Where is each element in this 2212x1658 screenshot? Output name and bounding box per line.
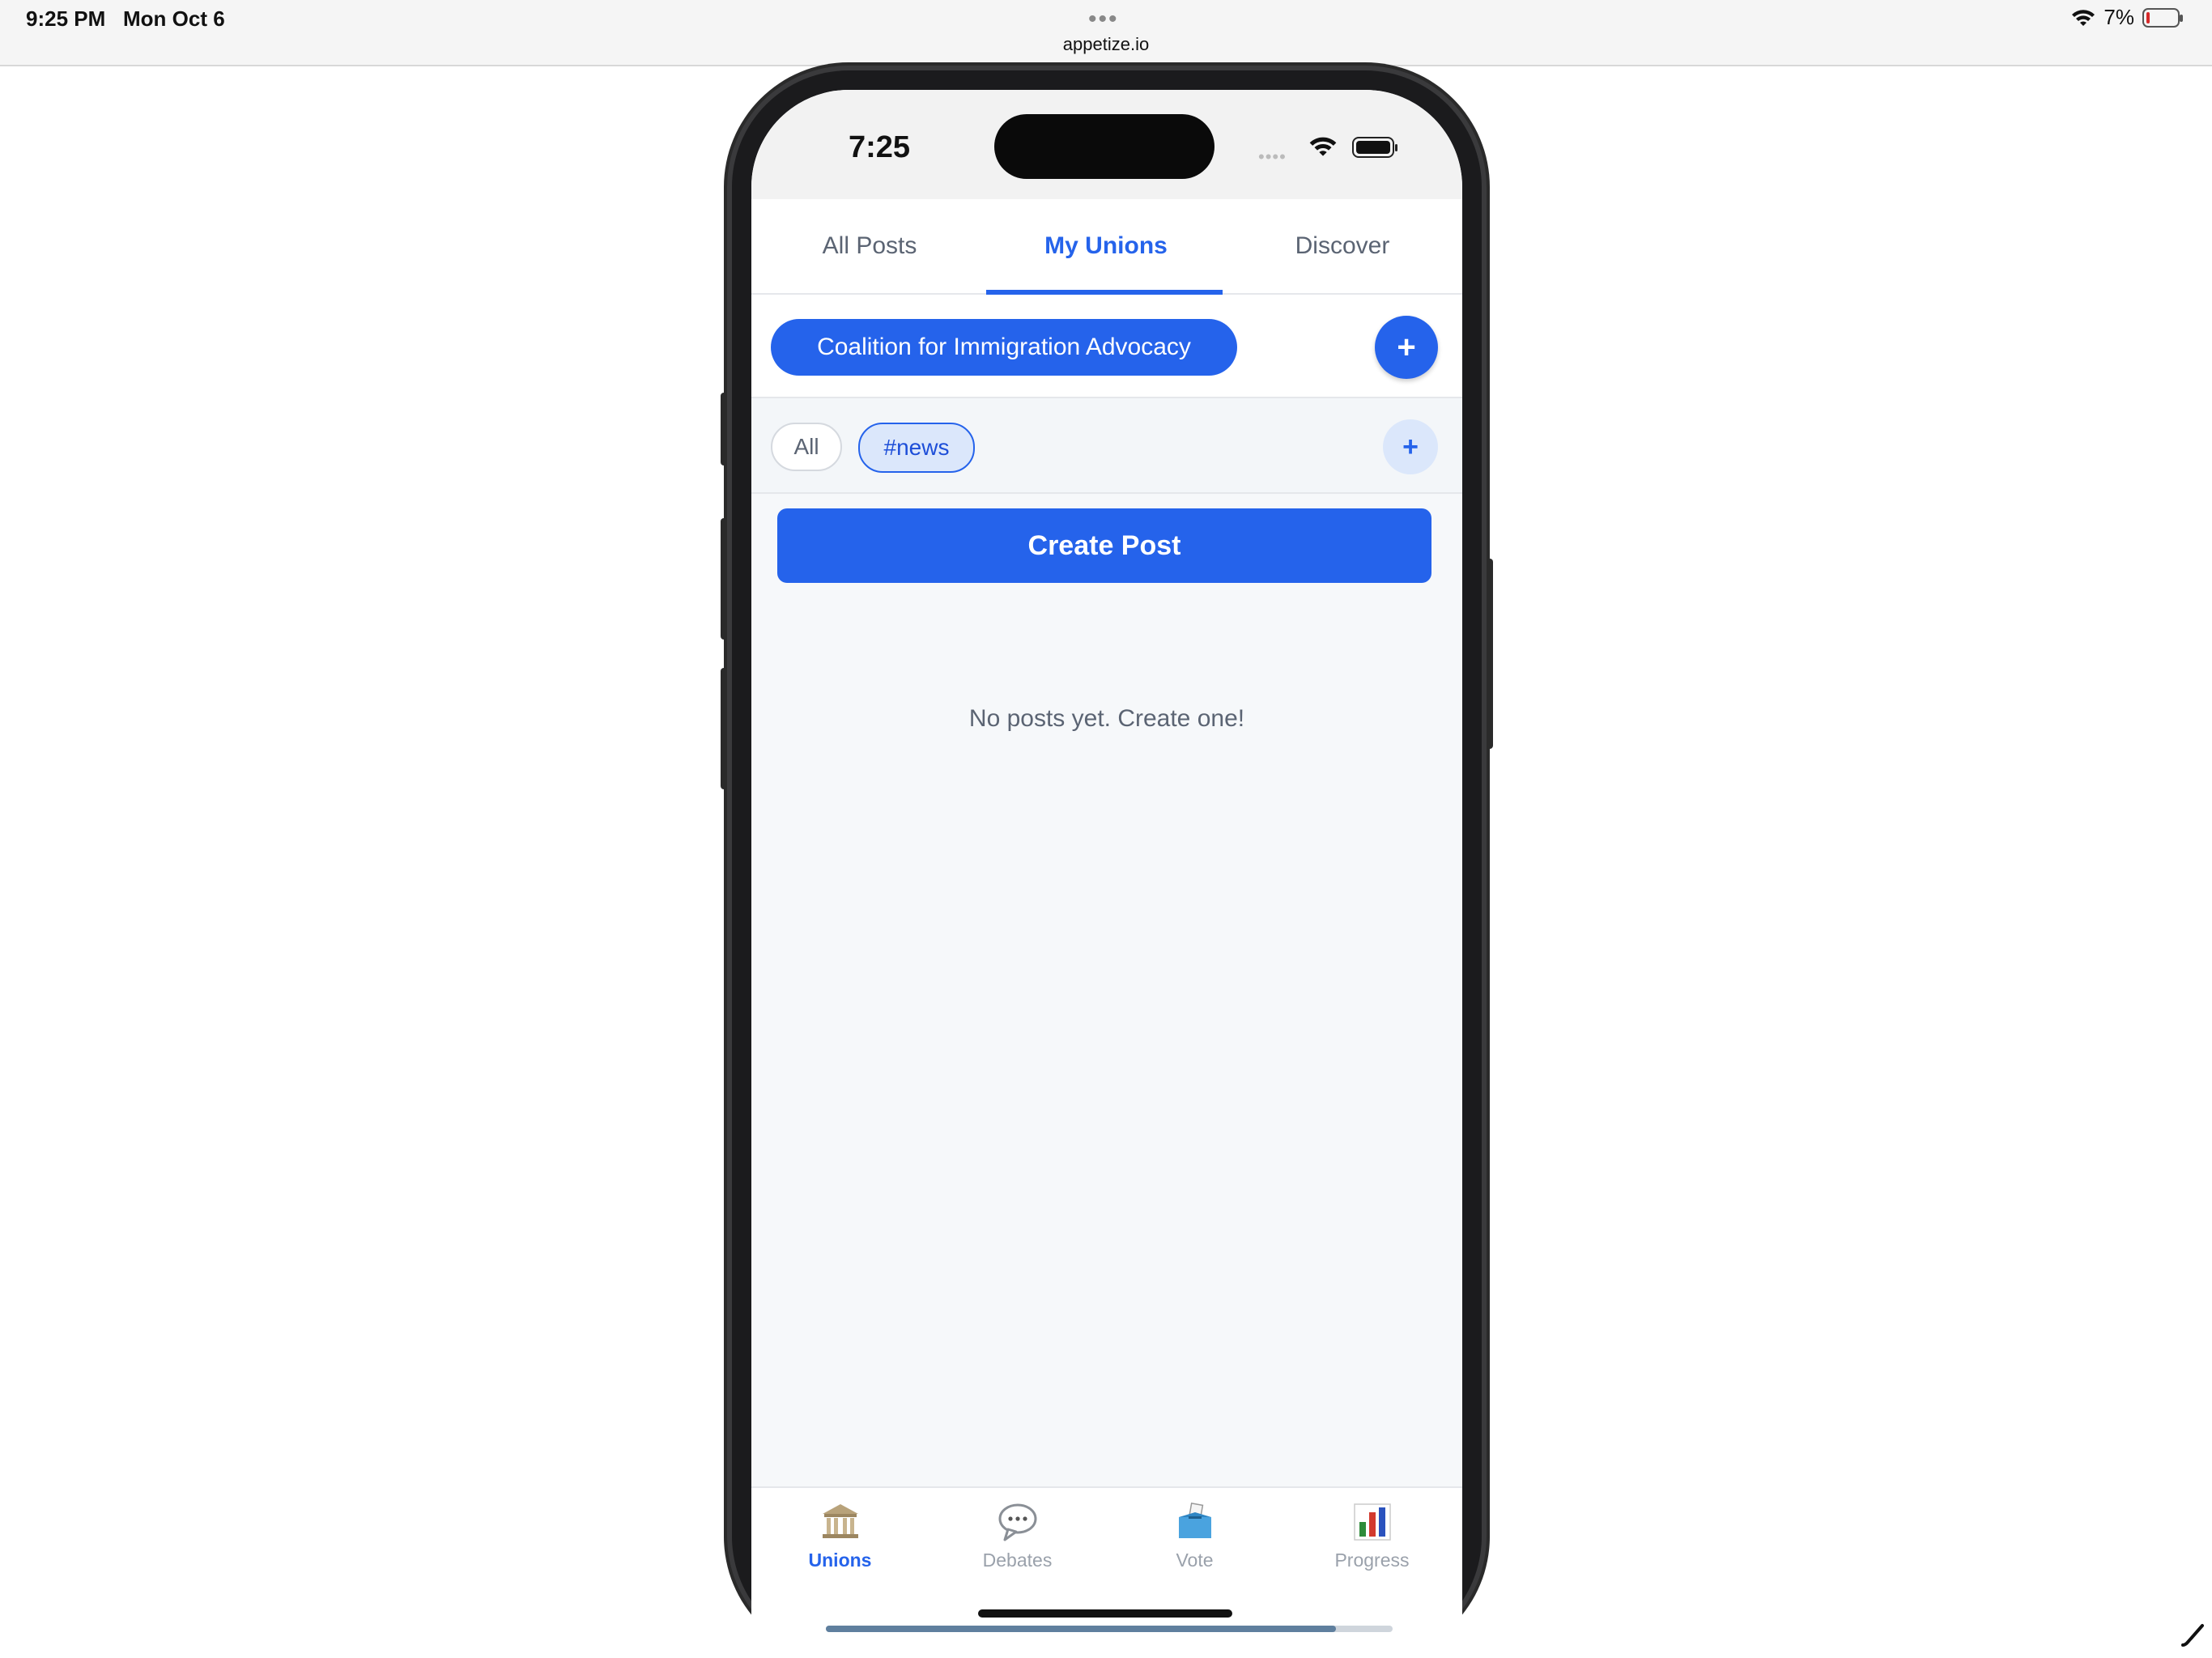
scroll-indicator [826,1626,1393,1632]
battery-percentage: 7% [2104,5,2134,29]
scroll-thumb[interactable] [826,1626,1336,1632]
nav-debates[interactable]: Debates [929,1499,1106,1571]
ballot-box-icon [1172,1499,1218,1545]
ipad-clock: 9:25 PM [26,6,106,31]
phone-volume-down-button [721,668,727,789]
nav-progress[interactable]: Progress [1283,1499,1461,1571]
phone-power-button [1487,559,1493,749]
multitasking-dots-icon[interactable]: ••• [1088,7,1119,32]
nav-progress-label: Progress [1334,1550,1410,1571]
add-channel-button[interactable]: + [1383,419,1438,474]
ipad-date: Mon Oct 6 [123,6,225,31]
ipad-status-bar: 9:25 PM Mon Oct 6 ••• appetize.io 7% [0,0,2212,66]
battery-low-charging-icon [2142,7,2183,28]
classical-building-icon [818,1499,863,1545]
browser-url: appetize.io [1062,34,1150,54]
nav-unions-label: Unions [808,1550,872,1571]
phone-volume-up-button [721,518,727,640]
add-union-button[interactable]: + [1375,316,1438,379]
phone-mute-switch [721,393,727,466]
dynamic-island [994,114,1214,179]
phone-status-bar: 7:25 •••• [751,90,1462,199]
nav-unions[interactable]: Unions [751,1499,929,1571]
cellular-signal-icon: •••• [1258,147,1287,167]
nav-vote[interactable]: Vote [1106,1499,1283,1571]
phone-wifi-icon [1308,135,1338,162]
tab-all-posts[interactable]: All Posts [751,199,988,293]
home-indicator[interactable] [978,1609,1232,1618]
phone-battery-icon [1352,137,1397,158]
nav-debates-label: Debates [982,1550,1053,1571]
ipad-status-right: 7% [2071,5,2183,30]
phone-screen: 7:25 •••• All Posts My Unions Discover C… [751,90,1462,1658]
wifi-icon [2071,8,2095,28]
bottom-tab-bar: Unions Debates Vote Progress [751,1486,1462,1658]
pencil-tool-icon[interactable] [2180,1621,2207,1656]
speech-bubble-icon [995,1499,1040,1545]
feed-tabs: All Posts My Unions Discover [751,199,1462,295]
nav-vote-label: Vote [1176,1550,1214,1571]
union-selector-row: Coalition for Immigration Advocacy + [751,295,1462,398]
channel-chip-news[interactable]: #news [858,423,975,473]
tab-discover[interactable]: Discover [1224,199,1461,293]
union-chip-selected[interactable]: Coalition for Immigration Advocacy [771,319,1237,376]
bar-chart-icon [1350,1499,1395,1545]
empty-state-message: No posts yet. Create one! [968,705,1245,732]
phone-clock: 7:25 [849,130,911,164]
tab-my-unions[interactable]: My Unions [988,199,1224,293]
channel-filter-row: All #news + [751,398,1462,494]
channel-chip-all[interactable]: All [771,423,842,471]
create-post-button[interactable]: Create Post [777,508,1431,583]
